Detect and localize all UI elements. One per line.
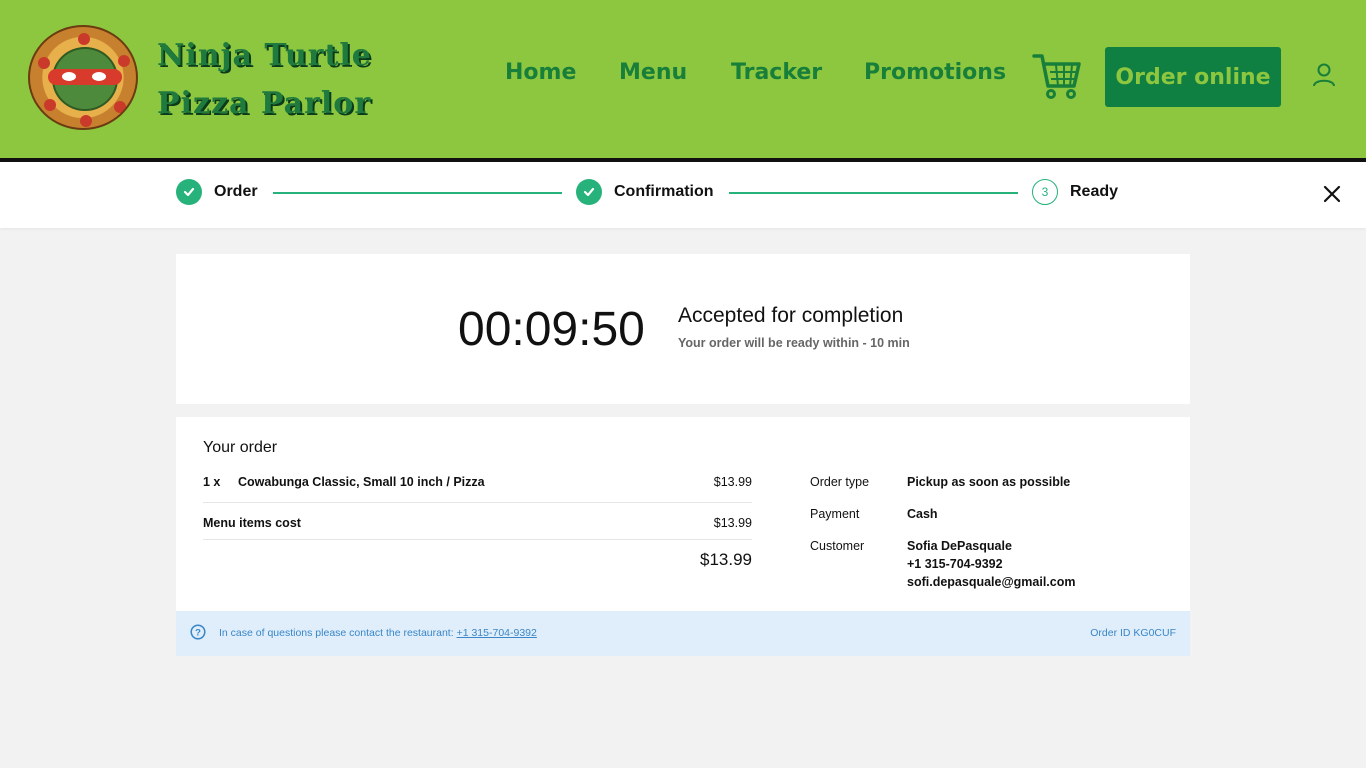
step-ready-label: Ready xyxy=(1070,183,1119,200)
step-number-badge: 3 xyxy=(1032,179,1058,205)
step-ready: 3 Ready xyxy=(1032,179,1118,205)
subtotal-value: $13.99 xyxy=(713,516,752,530)
restaurant-phone-link[interactable]: +1 315-704-9392 xyxy=(457,627,537,639)
order-id: Order ID KG0CUF xyxy=(1090,627,1176,639)
help-icon: ? xyxy=(190,624,206,640)
check-icon xyxy=(576,179,602,205)
help-text: In case of questions please contact the … xyxy=(219,627,537,639)
nav-menu[interactable]: Menu xyxy=(619,60,687,85)
step-order: Order xyxy=(176,179,258,205)
user-icon[interactable] xyxy=(1312,62,1336,88)
order-type-label: Order type xyxy=(810,475,870,489)
customer-name: Sofia DePasquale xyxy=(907,539,1012,553)
cart-icon[interactable] xyxy=(1032,52,1082,100)
step-order-label: Order xyxy=(214,183,258,200)
check-icon xyxy=(176,179,202,205)
your-order-heading: Your order xyxy=(203,439,278,456)
close-icon[interactable] xyxy=(1322,184,1342,204)
subtotal-label: Menu items cost xyxy=(203,516,301,530)
customer-phone: +1 315-704-9392 xyxy=(907,557,1003,571)
divider xyxy=(203,502,752,503)
timer-card xyxy=(176,254,1190,404)
divider xyxy=(203,539,752,540)
payment-label: Payment xyxy=(810,507,860,521)
order-status-subtitle: Your order will be ready within - 10 min xyxy=(678,336,910,350)
nav-home[interactable]: Home xyxy=(505,60,576,85)
payment-value: Cash xyxy=(907,507,938,521)
step-connector xyxy=(729,192,1018,194)
customer-email: sofi.depasquale@gmail.com xyxy=(907,575,1076,589)
brand-name[interactable]: Ninja Turtle Pizza Parlor xyxy=(157,32,397,128)
item-name: Cowabunga Classic, Small 10 inch / Pizza xyxy=(238,475,485,489)
order-total: $13.99 xyxy=(700,550,752,569)
item-quantity: 1 x xyxy=(203,475,221,489)
nav-promotions[interactable]: Promotions xyxy=(864,60,1006,85)
turtle-pizza-logo-icon[interactable] xyxy=(28,25,138,130)
brand-line-2: Pizza Parlor xyxy=(157,86,372,121)
order-type-value: Pickup as soon as possible xyxy=(907,475,1071,489)
item-price: $13.99 xyxy=(713,475,752,489)
nav-tracker[interactable]: Tracker xyxy=(731,60,822,85)
progress-steps: Order Confirmation 3 Ready xyxy=(0,162,1366,228)
order-online-button[interactable]: Order online xyxy=(1105,47,1281,107)
brand-line-1: Ninja Turtle xyxy=(157,38,372,73)
help-message: In case of questions please contact the … xyxy=(219,627,454,639)
step-connector xyxy=(273,192,562,194)
countdown-timer: 00:09:50 xyxy=(458,303,645,356)
order-status-title: Accepted for completion xyxy=(678,304,904,327)
step-confirmation-label: Confirmation xyxy=(614,183,714,200)
svg-text:?: ? xyxy=(195,628,201,639)
customer-label: Customer xyxy=(810,539,865,553)
step-confirmation: Confirmation xyxy=(576,179,714,205)
site-header: Ninja Turtle Pizza Parlor Home Menu Trac… xyxy=(0,0,1366,158)
